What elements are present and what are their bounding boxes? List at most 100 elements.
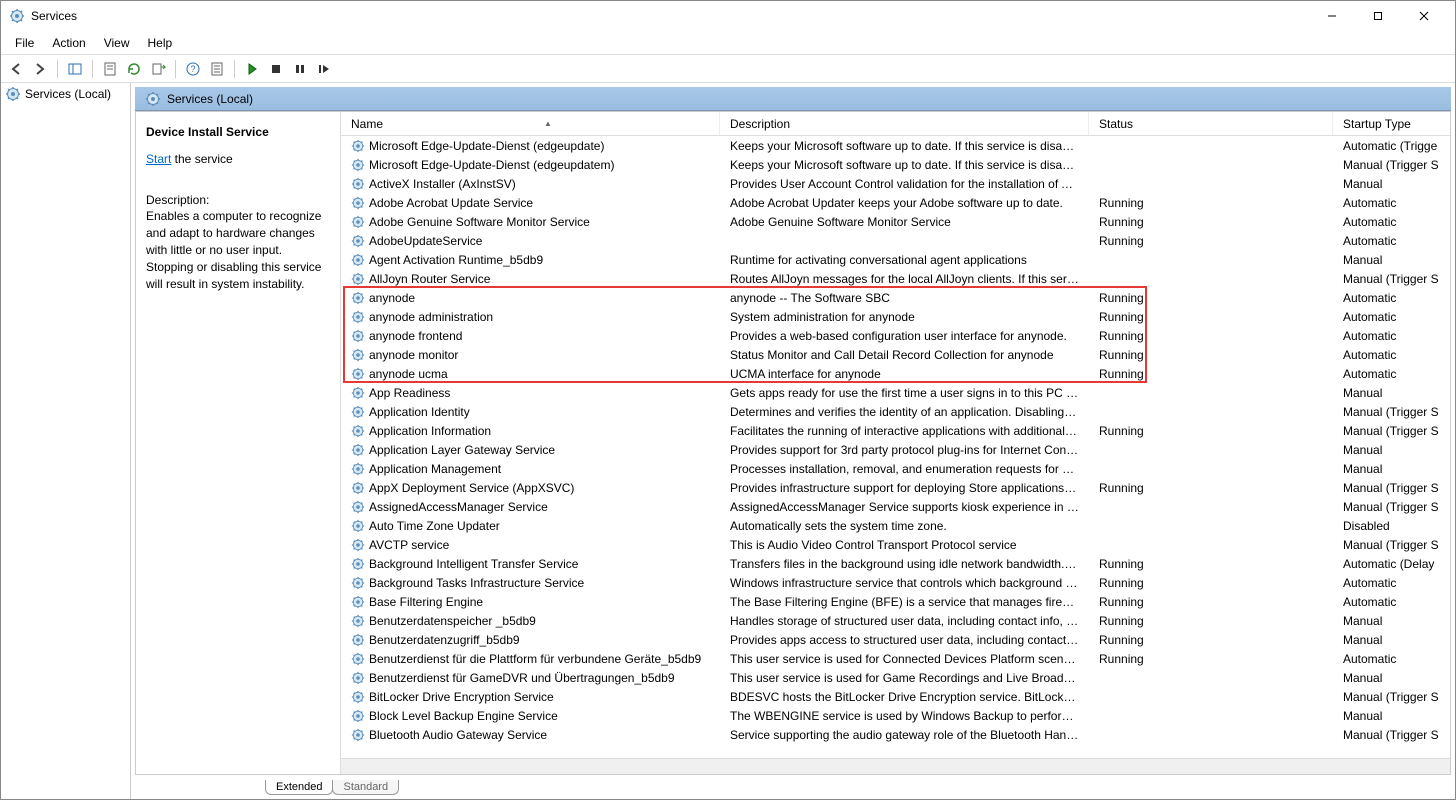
service-startup-type: Manual: [1333, 633, 1450, 647]
minimize-button[interactable]: [1309, 1, 1355, 31]
table-row[interactable]: Benutzerdatenspeicher _b5db9Handles stor…: [341, 611, 1450, 630]
tab-extended[interactable]: Extended: [265, 780, 333, 795]
pane-header-label: Services (Local): [167, 92, 253, 106]
table-row[interactable]: BitLocker Drive Encryption ServiceBDESVC…: [341, 687, 1450, 706]
service-status: Running: [1089, 633, 1333, 647]
service-name: Microsoft Edge-Update-Dienst (edgeupdate…: [369, 158, 614, 172]
table-row[interactable]: Benutzerdatenzugriff_b5db9Provides apps …: [341, 630, 1450, 649]
table-row[interactable]: Application InformationFacilitates the r…: [341, 421, 1450, 440]
menu-bar: File Action View Help: [1, 31, 1455, 55]
table-row[interactable]: Background Intelligent Transfer ServiceT…: [341, 554, 1450, 573]
toolbar-separator: [234, 60, 235, 78]
table-row[interactable]: Benutzerdienst für die Plattform für ver…: [341, 649, 1450, 668]
column-header-name[interactable]: Name ▲: [341, 112, 720, 135]
service-description: Status Monitor and Call Detail Record Co…: [720, 348, 1089, 362]
service-description: This user service is used for Connected …: [720, 652, 1089, 666]
description-text: Enables a computer to recognize and adap…: [146, 208, 330, 292]
menu-help[interactable]: Help: [140, 34, 181, 52]
table-row[interactable]: anynode frontendProvides a web-based con…: [341, 326, 1450, 345]
table-row[interactable]: AssignedAccessManager ServiceAssignedAcc…: [341, 497, 1450, 516]
table-row[interactable]: Adobe Genuine Software Monitor ServiceAd…: [341, 212, 1450, 231]
refresh-button[interactable]: [123, 58, 145, 80]
horizontal-scrollbar[interactable]: [341, 758, 1450, 774]
menu-action[interactable]: Action: [44, 34, 93, 52]
service-status: Running: [1089, 348, 1333, 362]
table-row[interactable]: Agent Activation Runtime_b5db9Runtime fo…: [341, 250, 1450, 269]
start-service-button[interactable]: [241, 58, 263, 80]
table-row[interactable]: Microsoft Edge-Update-Dienst (edgeupdate…: [341, 155, 1450, 174]
help-button[interactable]: ?: [182, 58, 204, 80]
table-row[interactable]: anynode ucmaUCMA interface for anynodeRu…: [341, 364, 1450, 383]
table-row[interactable]: Block Level Backup Engine ServiceThe WBE…: [341, 706, 1450, 725]
restart-service-button[interactable]: [313, 58, 335, 80]
service-name: Benutzerdienst für die Plattform für ver…: [369, 652, 701, 666]
table-row[interactable]: AdobeUpdateServiceRunningAutomatic: [341, 231, 1450, 250]
service-name: AssignedAccessManager Service: [369, 500, 548, 514]
maximize-button[interactable]: [1355, 1, 1401, 31]
service-startup-type: Disabled: [1333, 519, 1450, 533]
service-icon: [351, 671, 365, 685]
service-name: App Readiness: [369, 386, 450, 400]
table-row[interactable]: Microsoft Edge-Update-Dienst (edgeupdate…: [341, 136, 1450, 155]
table-row[interactable]: App ReadinessGets apps ready for use the…: [341, 383, 1450, 402]
show-hide-tree-button[interactable]: [64, 58, 86, 80]
service-description: Service supporting the audio gateway rol…: [720, 728, 1089, 742]
start-service-link[interactable]: Start: [146, 152, 171, 166]
table-row[interactable]: ActiveX Installer (AxInstSV)Provides Use…: [341, 174, 1450, 193]
service-icon: [351, 329, 365, 343]
table-row[interactable]: anynodeanynode -- The Software SBCRunnin…: [341, 288, 1450, 307]
forward-button[interactable]: [29, 58, 51, 80]
table-row[interactable]: Base Filtering EngineThe Base Filtering …: [341, 592, 1450, 611]
table-row[interactable]: anynode monitorStatus Monitor and Call D…: [341, 345, 1450, 364]
service-startup-type: Manual: [1333, 386, 1450, 400]
table-row[interactable]: Benutzerdienst für GameDVR und Übertragu…: [341, 668, 1450, 687]
list-body[interactable]: Microsoft Edge-Update-Dienst (edgeupdate…: [341, 136, 1450, 758]
properties-sheet-button[interactable]: [206, 58, 228, 80]
column-startup-label: Startup Type: [1343, 117, 1411, 131]
table-row[interactable]: Application IdentityDetermines and verif…: [341, 402, 1450, 421]
column-status-label: Status: [1099, 117, 1133, 131]
service-startup-type: Manual: [1333, 443, 1450, 457]
tree-pane: Services (Local): [1, 83, 131, 799]
service-name: Adobe Acrobat Update Service: [369, 196, 533, 210]
tab-standard[interactable]: Standard: [332, 780, 399, 795]
pause-service-button[interactable]: [289, 58, 311, 80]
window-controls: [1309, 1, 1447, 31]
stop-service-button[interactable]: [265, 58, 287, 80]
service-icon: [351, 614, 365, 628]
service-name: AVCTP service: [369, 538, 449, 552]
table-row[interactable]: AllJoyn Router ServiceRoutes AllJoyn mes…: [341, 269, 1450, 288]
table-row[interactable]: Application ManagementProcesses installa…: [341, 459, 1450, 478]
service-icon: [351, 234, 365, 248]
properties-button[interactable]: [99, 58, 121, 80]
table-row[interactable]: Auto Time Zone UpdaterAutomatically sets…: [341, 516, 1450, 535]
menu-view[interactable]: View: [96, 34, 138, 52]
table-row[interactable]: Bluetooth Audio Gateway ServiceService s…: [341, 725, 1450, 744]
back-button[interactable]: [5, 58, 27, 80]
table-row[interactable]: Background Tasks Infrastructure ServiceW…: [341, 573, 1450, 592]
menu-file[interactable]: File: [7, 34, 42, 52]
service-description: Keeps your Microsoft software up to date…: [720, 139, 1089, 153]
toolbar-separator: [57, 60, 58, 78]
table-row[interactable]: anynode administrationSystem administrat…: [341, 307, 1450, 326]
service-name: Benutzerdatenzugriff_b5db9: [369, 633, 520, 647]
tree-root-services-local[interactable]: Services (Local): [3, 85, 128, 103]
column-header-status[interactable]: Status: [1089, 112, 1333, 135]
column-header-startup[interactable]: Startup Type: [1333, 112, 1456, 135]
service-icon: [351, 405, 365, 419]
service-startup-type: Automatic: [1333, 329, 1450, 343]
table-row[interactable]: AVCTP serviceThis is Audio Video Control…: [341, 535, 1450, 554]
table-row[interactable]: Application Layer Gateway ServiceProvide…: [341, 440, 1450, 459]
close-button[interactable]: [1401, 1, 1447, 31]
window-title: Services: [31, 9, 1309, 23]
table-row[interactable]: AppX Deployment Service (AppXSVC)Provide…: [341, 478, 1450, 497]
column-header-description[interactable]: Description: [720, 112, 1089, 135]
table-row[interactable]: Adobe Acrobat Update ServiceAdobe Acroba…: [341, 193, 1450, 212]
service-icon: [351, 709, 365, 723]
service-startup-type: Manual (Trigger S: [1333, 728, 1450, 742]
service-description: anynode -- The Software SBC: [720, 291, 1089, 305]
service-startup-type: Manual: [1333, 671, 1450, 685]
description-label: Description:: [146, 192, 330, 209]
title-bar: Services: [1, 1, 1455, 31]
export-button[interactable]: [147, 58, 169, 80]
